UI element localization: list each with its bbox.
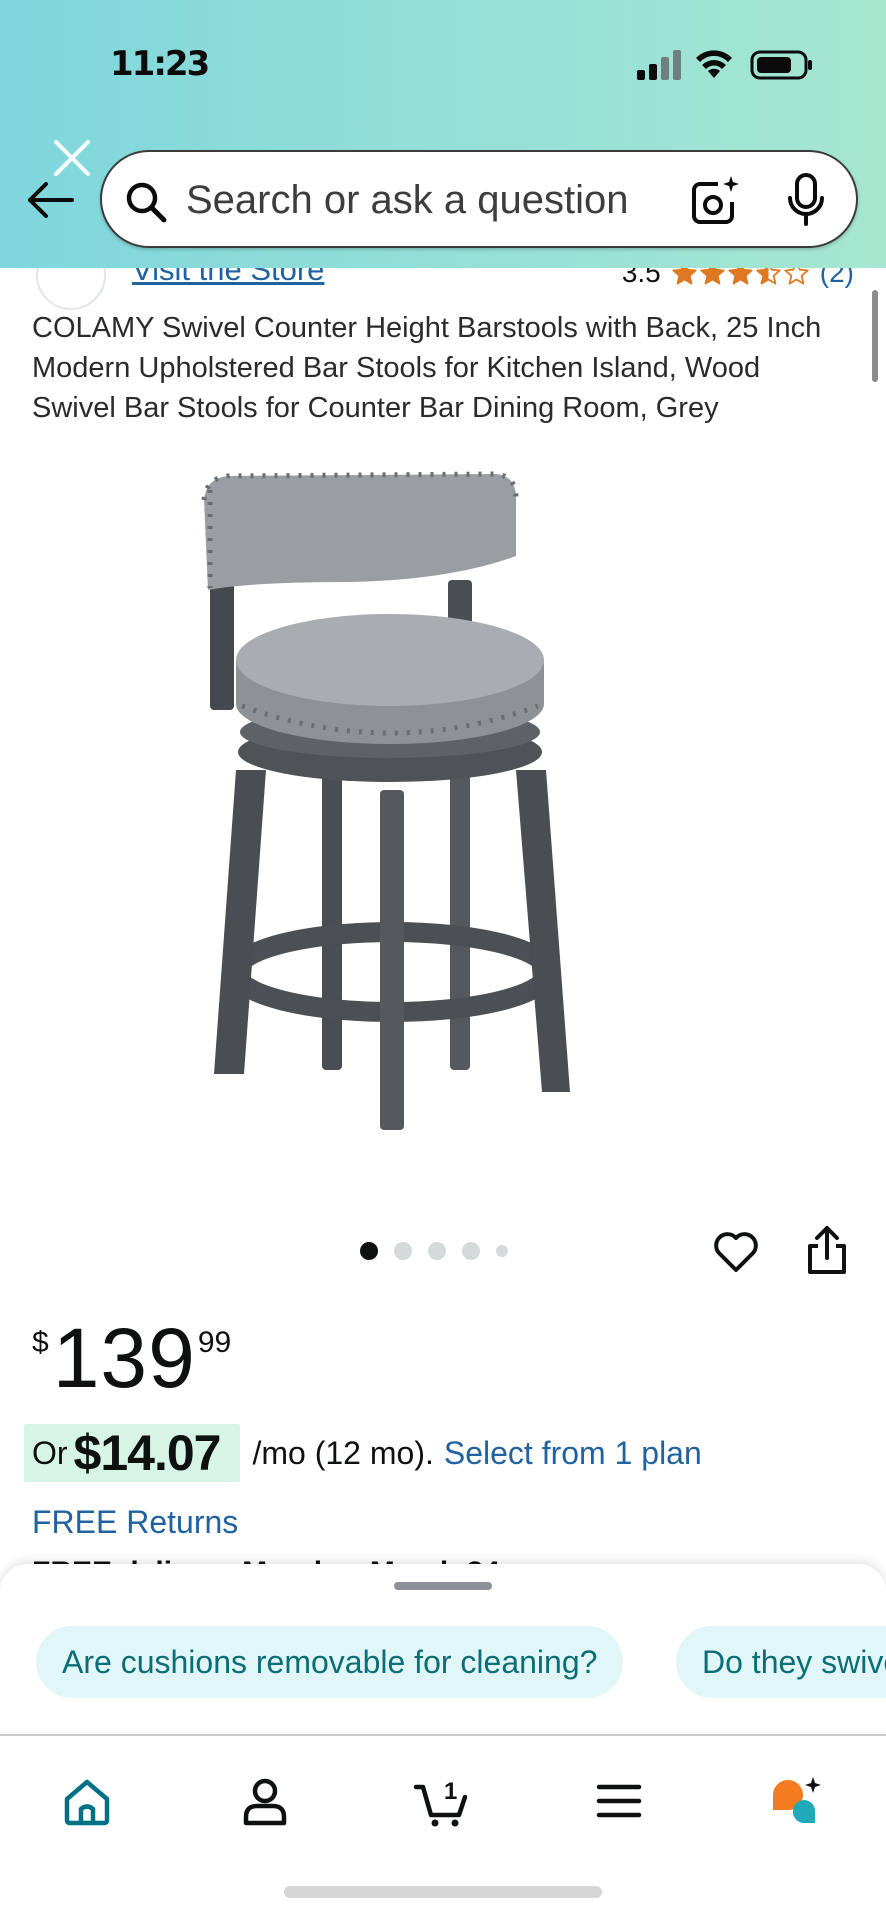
bottom-nav: 1: [0, 1734, 886, 1920]
cart-count: 1: [444, 1778, 457, 1805]
search-bar[interactable]: [100, 150, 858, 248]
camera-search-icon[interactable]: [688, 174, 742, 228]
wifi-icon: [696, 50, 732, 78]
cellular-signal-icon: [637, 50, 681, 80]
rufus-suggestion-sheet[interactable]: Are cushions removable for cleaning? Do …: [0, 1564, 886, 1736]
heart-icon[interactable]: [712, 1228, 760, 1276]
person-icon: [243, 1778, 287, 1826]
search-input[interactable]: [186, 172, 766, 228]
carousel-dot[interactable]: [428, 1242, 446, 1260]
product-title: COLAMY Swivel Counter Height Barstools w…: [32, 312, 822, 424]
header: 11:23: [0, 0, 886, 268]
carousel-dot[interactable]: [394, 1242, 412, 1260]
microphone-icon[interactable]: [786, 172, 826, 228]
scroll-indicator: [872, 290, 878, 382]
installment-highlight: Or $14.07: [24, 1424, 241, 1482]
battery-icon: [750, 50, 812, 80]
suggestion-chip[interactable]: Are cushions removable for cleaning?: [36, 1626, 624, 1698]
nav-cart[interactable]: 1: [406, 1766, 476, 1836]
share-icon[interactable]: [804, 1224, 850, 1276]
hamburger-menu-icon: [596, 1784, 642, 1818]
nav-account[interactable]: [230, 1766, 300, 1836]
back-arrow-icon[interactable]: [24, 178, 76, 222]
sheet-drag-handle[interactable]: [394, 1582, 492, 1590]
close-icon[interactable]: [50, 136, 94, 180]
rufus-assistant-icon: [773, 1777, 821, 1824]
price-fraction: 99: [197, 1326, 232, 1359]
price: $ 139 99: [32, 1312, 231, 1404]
installment-term: /mo (12 mo).: [252, 1434, 434, 1471]
carousel-dots[interactable]: [360, 1242, 508, 1260]
installment-amount: $14.07: [73, 1425, 222, 1481]
price-whole: 139: [52, 1311, 196, 1405]
installment-offer: Or $14.07 /mo (12 mo). Select from 1 pla…: [24, 1424, 702, 1482]
product-image[interactable]: [200, 470, 650, 1150]
select-plan-link[interactable]: Select from 1 plan: [444, 1435, 702, 1472]
free-returns-link[interactable]: FREE Returns: [32, 1504, 238, 1541]
cart-icon: 1: [413, 1778, 468, 1827]
price-symbol: $: [32, 1326, 49, 1359]
carousel-dot[interactable]: [496, 1245, 508, 1257]
home-icon: [64, 1779, 110, 1826]
installment-prefix: Or: [32, 1434, 68, 1471]
home-indicator: [284, 1886, 602, 1898]
nav-rufus[interactable]: [760, 1766, 830, 1836]
carousel-dot[interactable]: [360, 1242, 378, 1260]
search-icon: [126, 182, 167, 223]
nav-home[interactable]: [52, 1766, 122, 1836]
suggestion-chip[interactable]: Do they swivel easily?: [676, 1626, 886, 1698]
nav-menu[interactable]: [584, 1766, 654, 1836]
status-time: 11:23: [110, 44, 210, 84]
carousel-dot[interactable]: [462, 1242, 480, 1260]
